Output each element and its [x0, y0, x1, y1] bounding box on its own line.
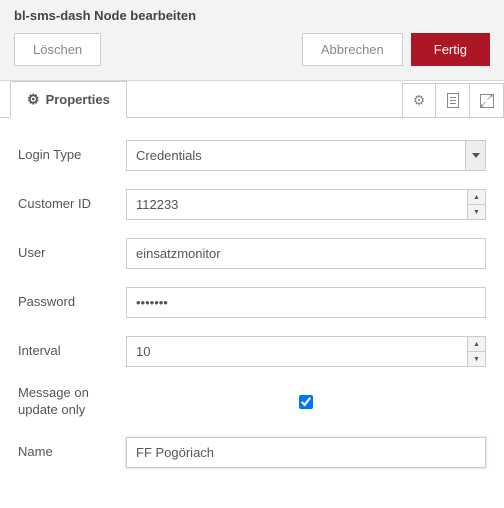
message-update-checkbox[interactable] — [299, 395, 313, 409]
field-customer-id: ▲ ▼ — [126, 189, 486, 220]
field-name — [126, 437, 486, 468]
tab-icon-group — [402, 82, 504, 117]
label-password: Password — [18, 294, 126, 311]
field-password — [126, 287, 486, 318]
spinner-up[interactable]: ▲ — [467, 337, 485, 352]
document-icon — [447, 93, 459, 108]
spinner-down[interactable]: ▼ — [467, 352, 485, 366]
field-message-update — [126, 395, 486, 409]
label-interval: Interval — [18, 343, 126, 360]
row-user: User — [18, 238, 486, 269]
spinner-down[interactable]: ▼ — [467, 205, 485, 219]
customer-id-input[interactable] — [126, 189, 486, 220]
name-input[interactable] — [126, 437, 486, 468]
expand-icon — [480, 94, 494, 108]
header-buttons: Löschen Abbrechen Fertig — [14, 33, 490, 66]
gear-icon — [27, 91, 40, 108]
login-type-select[interactable]: Credentials — [126, 140, 486, 171]
row-name: Name — [18, 437, 486, 468]
row-password: Password — [18, 287, 486, 318]
label-user: User — [18, 245, 126, 262]
spinner-up[interactable]: ▲ — [467, 190, 485, 205]
row-login-type: Login Type Credentials — [18, 140, 486, 171]
password-input[interactable] — [126, 287, 486, 318]
interval-spinner: ▲ ▼ — [467, 337, 485, 366]
node-appearance-button[interactable] — [470, 83, 504, 118]
editor-header: bl-sms-dash Node bearbeiten Löschen Abbr… — [0, 0, 504, 81]
done-button[interactable]: Fertig — [411, 33, 490, 66]
interval-input[interactable] — [126, 336, 486, 367]
row-customer-id: Customer ID ▲ ▼ — [18, 189, 486, 220]
tab-bar: Properties — [0, 80, 504, 118]
delete-button[interactable]: Löschen — [14, 33, 101, 66]
label-customer-id: Customer ID — [18, 196, 126, 213]
field-interval: ▲ ▼ — [126, 336, 486, 367]
cancel-button[interactable]: Abbrechen — [302, 33, 403, 66]
properties-form: Login Type Credentials Customer ID ▲ ▼ U… — [0, 118, 504, 508]
row-interval: Interval ▲ ▼ — [18, 336, 486, 367]
tab-properties[interactable]: Properties — [10, 81, 127, 118]
row-message-update: Message on update only — [18, 385, 486, 419]
label-login-type: Login Type — [18, 147, 126, 164]
node-description-button[interactable] — [436, 83, 470, 118]
gear-icon — [413, 92, 426, 109]
customer-id-spinner: ▲ ▼ — [467, 190, 485, 219]
label-name: Name — [18, 444, 126, 461]
tab-label: Properties — [46, 92, 110, 107]
label-message-update: Message on update only — [18, 385, 126, 419]
node-settings-button[interactable] — [402, 83, 436, 118]
user-input[interactable] — [126, 238, 486, 269]
header-right-group: Abbrechen Fertig — [302, 33, 490, 66]
field-user — [126, 238, 486, 269]
dialog-title: bl-sms-dash Node bearbeiten — [14, 8, 490, 23]
field-login-type: Credentials — [126, 140, 486, 171]
